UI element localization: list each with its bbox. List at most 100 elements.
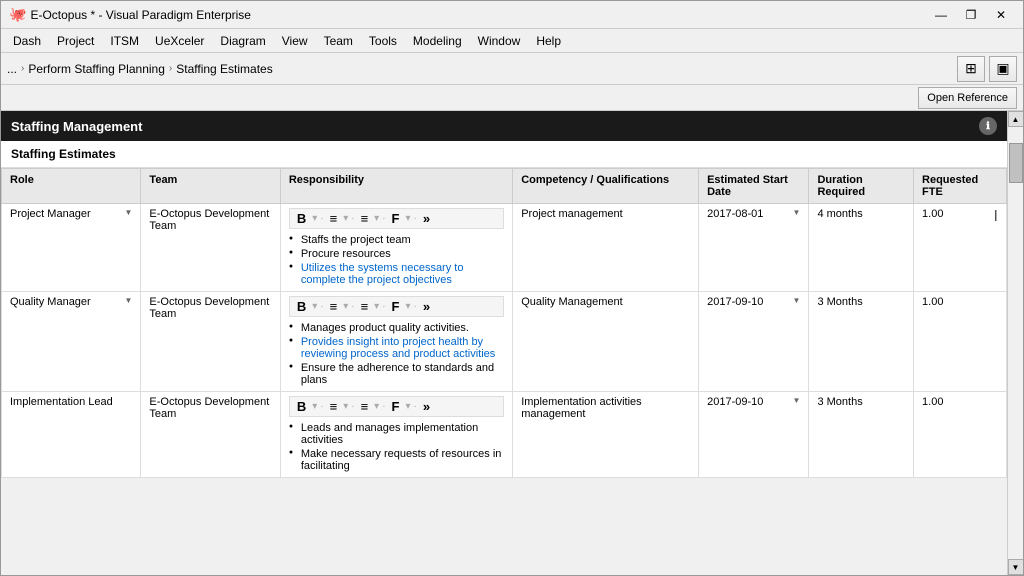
row3-dur-label: 3 Months xyxy=(817,396,862,408)
bold-btn-3[interactable]: B xyxy=(294,399,309,414)
row2-role-label: Quality Manager xyxy=(10,296,91,308)
restore-button[interactable]: ❐ xyxy=(957,4,985,26)
row3-team-cell[interactable]: E-Octopus Development Team xyxy=(141,392,280,478)
menu-dash[interactable]: Dash xyxy=(5,29,49,52)
menu-help[interactable]: Help xyxy=(528,29,569,52)
table-wrapper[interactable]: Role Team Responsibility Competency / Qu… xyxy=(1,168,1007,575)
menu-modeling[interactable]: Modeling xyxy=(405,29,470,52)
toolbar-right: ⊞ ▣ xyxy=(957,56,1017,82)
menu-team[interactable]: Team xyxy=(316,29,361,52)
row2-fte-cell[interactable]: 1.00 xyxy=(914,292,1007,392)
breadcrumb-more[interactable]: ... xyxy=(7,62,17,76)
col-header-competency: Competency / Qualifications xyxy=(513,169,699,204)
row1-start-label: 2017-08-01 xyxy=(707,208,763,220)
row2-dur-cell[interactable]: 3 Months xyxy=(809,292,914,392)
breadcrumb-staffing-estimates[interactable]: Staffing Estimates xyxy=(176,62,273,76)
row2-bullet-2: Provides insight into project health by … xyxy=(289,335,504,361)
row1-resp-cell[interactable]: B ▾ · ≡ ▾ · ≡ ▾ · F xyxy=(280,204,512,292)
row2-comp-cell[interactable]: Quality Management xyxy=(513,292,699,392)
icon-btn-view[interactable]: ▣ xyxy=(989,56,1017,82)
row3-role-cell[interactable]: Implementation Lead xyxy=(2,392,141,478)
content-pane: Staffing Management ℹ Staffing Estimates… xyxy=(1,111,1007,575)
row2-start-dropdown[interactable]: ▼ xyxy=(793,296,801,305)
scroll-down-arrow[interactable]: ▼ xyxy=(1008,559,1024,575)
row1-start-cell[interactable]: 2017-08-01 ▼ xyxy=(699,204,809,292)
row1-dur-cell[interactable]: 4 months xyxy=(809,204,914,292)
col-header-duration: Duration Required xyxy=(809,169,914,204)
row2-role-content: Quality Manager ▼ xyxy=(10,296,132,308)
row3-resp-cell[interactable]: B ▾ · ≡ ▾ · ≡ ▾ · F xyxy=(280,392,512,478)
row3-bullet-2: Make necessary requests of resources in … xyxy=(289,447,504,473)
align-btn-1[interactable]: ≡ xyxy=(327,211,341,226)
font-btn-3[interactable]: F xyxy=(389,399,403,414)
menu-diagram[interactable]: Diagram xyxy=(212,29,273,52)
main-area: Staffing Management ℹ Staffing Estimates… xyxy=(1,111,1023,575)
row1-role-cell[interactable]: Project Manager ▼ xyxy=(2,204,141,292)
minimize-button[interactable]: — xyxy=(927,4,955,26)
menu-itsm[interactable]: ITSM xyxy=(102,29,147,52)
row3-dur-cell[interactable]: 3 Months xyxy=(809,392,914,478)
row2-start-content: 2017-09-10 ▼ xyxy=(707,296,800,308)
app-icon: 🐙 xyxy=(9,6,26,23)
bold-btn-2[interactable]: B xyxy=(294,299,309,314)
bold-btn-1[interactable]: B xyxy=(294,211,309,226)
row3-start-dropdown[interactable]: ▼ xyxy=(793,396,801,405)
row2-editor-toolbar: B ▾ · ≡ ▾ · ≡ ▾ · F xyxy=(289,296,504,317)
row1-comp-cell[interactable]: Project management xyxy=(513,204,699,292)
menu-tools[interactable]: Tools xyxy=(361,29,405,52)
breadcrumb: ... › Perform Staffing Planning › Staffi… xyxy=(7,62,953,76)
font-btn-2[interactable]: F xyxy=(389,299,403,314)
info-icon[interactable]: ℹ xyxy=(979,117,997,135)
menu-window[interactable]: Window xyxy=(470,29,529,52)
staffing-table: Role Team Responsibility Competency / Qu… xyxy=(1,168,1007,478)
row2-fte-label: 1.00 xyxy=(922,296,943,308)
row1-role-dropdown[interactable]: ▼ xyxy=(125,208,133,217)
vertical-scrollbar[interactable]: ▲ ▼ xyxy=(1007,111,1023,575)
row3-comp-cell[interactable]: Implementation activities management xyxy=(513,392,699,478)
indent-btn-1[interactable]: ≡ xyxy=(358,211,372,226)
icon-btn-grid[interactable]: ⊞ xyxy=(957,56,985,82)
breadcrumb-staffing-planning[interactable]: Perform Staffing Planning xyxy=(28,62,165,76)
row2-team-cell[interactable]: E-Octopus Development Team xyxy=(141,292,280,392)
row2-dur-label: 3 Months xyxy=(817,296,862,308)
row1-role-label: Project Manager xyxy=(10,208,91,220)
font-btn-1[interactable]: F xyxy=(389,211,403,226)
row1-resp-list: Staffs the project team Procure resource… xyxy=(289,233,504,287)
row1-start-dropdown[interactable]: ▼ xyxy=(793,208,801,217)
cursor-icon-1: I xyxy=(994,208,998,226)
table-row: Quality Manager ▼ E-Octopus Development … xyxy=(2,292,1007,392)
align-btn-3[interactable]: ≡ xyxy=(327,399,341,414)
row3-editor-toolbar: B ▾ · ≡ ▾ · ≡ ▾ · F xyxy=(289,396,504,417)
more-btn-1[interactable]: » xyxy=(420,211,433,226)
menu-view[interactable]: View xyxy=(274,29,316,52)
row2-start-cell[interactable]: 2017-09-10 ▼ xyxy=(699,292,809,392)
row3-role-label: Implementation Lead xyxy=(10,396,113,408)
breadcrumb-sep-2: › xyxy=(169,63,172,74)
menu-project[interactable]: Project xyxy=(49,29,102,52)
menu-uexceler[interactable]: UeXceler xyxy=(147,29,212,52)
indent-btn-3[interactable]: ≡ xyxy=(358,399,372,414)
open-reference-button[interactable]: Open Reference xyxy=(918,87,1017,109)
align-btn-2[interactable]: ≡ xyxy=(327,299,341,314)
row2-role-dropdown[interactable]: ▼ xyxy=(125,296,133,305)
row1-bullet-1: Staffs the project team xyxy=(289,233,504,247)
reference-toolbar: Open Reference xyxy=(1,85,1023,111)
scroll-up-arrow[interactable]: ▲ xyxy=(1008,111,1024,127)
close-button[interactable]: ✕ xyxy=(987,4,1015,26)
row1-team-label: E-Octopus Development Team xyxy=(149,208,269,232)
indent-btn-2[interactable]: ≡ xyxy=(358,299,372,314)
row1-fte-cell[interactable]: 1.00 I xyxy=(914,204,1007,292)
row2-bullet-3: Ensure the adherence to standards and pl… xyxy=(289,361,504,387)
scroll-thumb[interactable] xyxy=(1009,143,1023,183)
row2-resp-cell[interactable]: B ▾ · ≡ ▾ · ≡ ▾ · F xyxy=(280,292,512,392)
row2-role-cell[interactable]: Quality Manager ▼ xyxy=(2,292,141,392)
menu-bar: Dash Project ITSM UeXceler Diagram View … xyxy=(1,29,1023,53)
title-bar: 🐙 E-Octopus * - Visual Paradigm Enterpri… xyxy=(1,1,1023,29)
row1-team-cell[interactable]: E-Octopus Development Team xyxy=(141,204,280,292)
toolbar-area: ... › Perform Staffing Planning › Staffi… xyxy=(1,53,1023,85)
row3-start-cell[interactable]: 2017-09-10 ▼ xyxy=(699,392,809,478)
more-btn-2[interactable]: » xyxy=(420,299,433,314)
row3-fte-cell[interactable]: 1.00 xyxy=(914,392,1007,478)
more-btn-3[interactable]: » xyxy=(420,399,433,414)
row3-comp-label: Implementation activities management xyxy=(521,396,641,420)
